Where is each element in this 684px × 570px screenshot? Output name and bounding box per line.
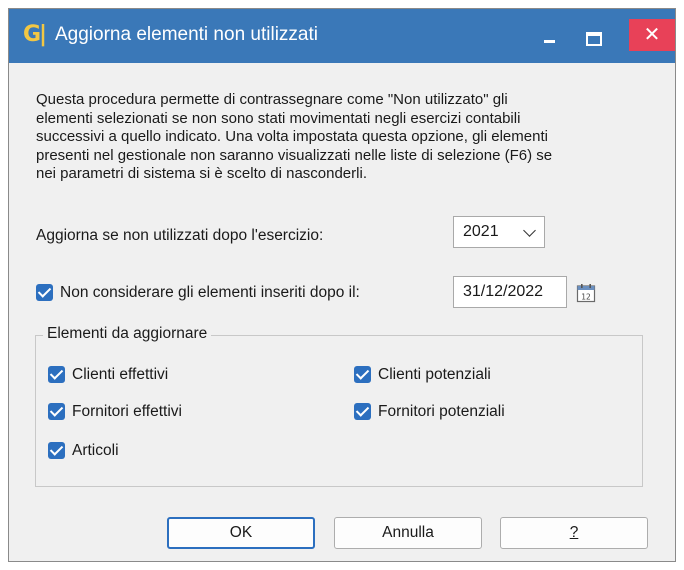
groupbox-title: Elementi da aggiornare bbox=[43, 325, 212, 343]
ok-button[interactable]: OK bbox=[167, 517, 315, 549]
label-clienti-potenziali[interactable]: Clienti potenziali bbox=[378, 366, 491, 384]
minimize-button[interactable] bbox=[535, 19, 563, 51]
maximize-icon bbox=[586, 32, 602, 46]
svg-text:12: 12 bbox=[581, 293, 591, 302]
exercise-value: 2021 bbox=[463, 223, 499, 240]
cancel-button[interactable]: Annulla bbox=[334, 517, 482, 549]
window-title: Aggiorna elementi non utilizzati bbox=[55, 24, 318, 45]
exercise-select[interactable]: 2021 bbox=[453, 216, 545, 248]
date-value: 31/12/2022 bbox=[463, 283, 544, 300]
checkbox-fornitori-effettivi[interactable] bbox=[48, 403, 65, 420]
minimize-icon bbox=[544, 40, 555, 43]
title-bar[interactable]: G| Aggiorna elementi non utilizzati ✕ bbox=[9, 9, 675, 63]
dialog-window: G| Aggiorna elementi non utilizzati ✕ Qu… bbox=[8, 8, 676, 562]
close-button[interactable]: ✕ bbox=[629, 19, 675, 51]
chevron-down-icon bbox=[523, 224, 536, 237]
checkbox-clienti-potenziali[interactable] bbox=[354, 366, 371, 383]
description-text: Questa procedura permette di contrassegn… bbox=[36, 91, 553, 182]
help-button[interactable]: ? bbox=[500, 517, 648, 549]
calendar-icon[interactable]: 12 bbox=[576, 283, 596, 303]
checkbox-fornitori-potenziali[interactable] bbox=[354, 403, 371, 420]
exercise-label: Aggiorna se non utilizzati dopo l'eserci… bbox=[36, 227, 324, 244]
maximize-button[interactable] bbox=[579, 19, 607, 51]
date-filter-label[interactable]: Non considerare gli elementi inseriti do… bbox=[60, 284, 360, 302]
checkbox-clienti-effettivi[interactable] bbox=[48, 366, 65, 383]
date-input[interactable]: 31/12/2022 bbox=[453, 276, 567, 308]
label-fornitori-potenziali[interactable]: Fornitori potenziali bbox=[378, 403, 505, 421]
date-filter-checkbox[interactable] bbox=[36, 284, 53, 301]
label-articoli[interactable]: Articoli bbox=[72, 442, 119, 460]
app-logo-icon: G| bbox=[23, 22, 47, 47]
checkbox-articoli[interactable] bbox=[48, 442, 65, 459]
label-clienti-effettivi[interactable]: Clienti effettivi bbox=[72, 366, 168, 384]
label-fornitori-effettivi[interactable]: Fornitori effettivi bbox=[72, 403, 182, 421]
close-icon: ✕ bbox=[643, 22, 661, 46]
